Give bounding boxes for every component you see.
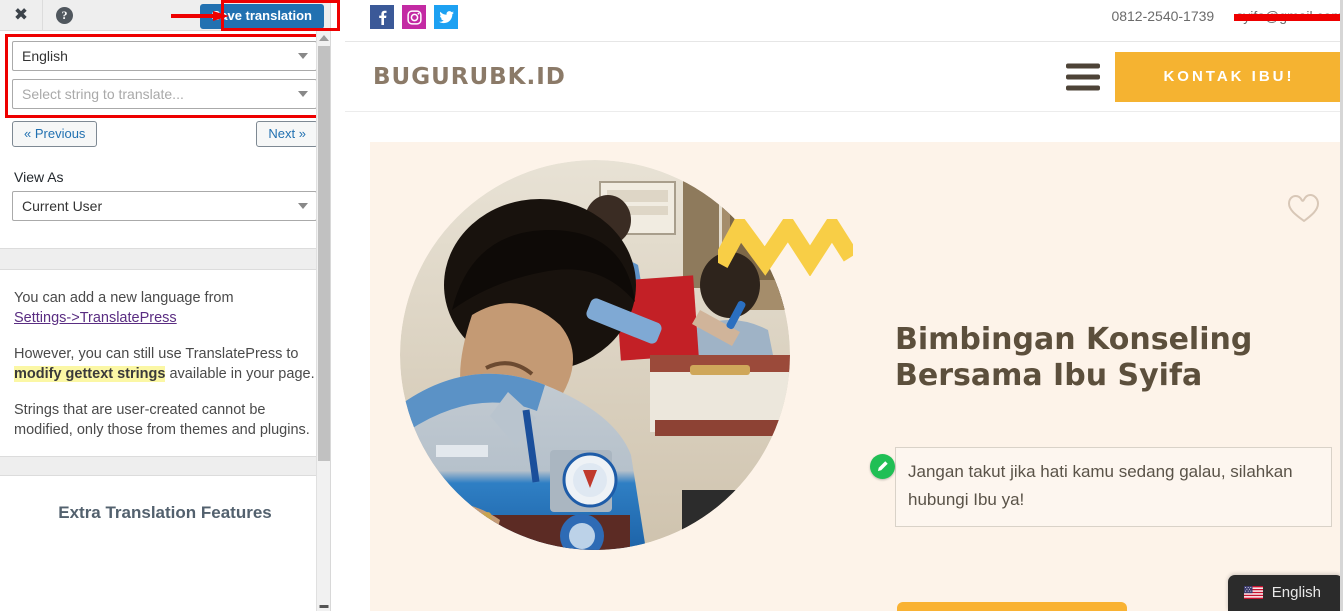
hero-cta-button[interactable] (897, 602, 1127, 611)
heart-outline-icon (1288, 194, 1319, 222)
hero-subtitle-string[interactable]: Jangan takut jika hati kamu sedang galau… (895, 447, 1332, 527)
hamburger-menu-icon[interactable] (1066, 63, 1100, 90)
zigzag-decoration-icon (718, 219, 853, 276)
site-topbar: 0812-2540-1739 syifa@gmail.com (345, 0, 1343, 42)
social-links (370, 5, 458, 29)
info-p1-text: You can add a new language from (14, 290, 234, 306)
previous-string-button[interactable]: « Previous (12, 121, 98, 147)
translation-selectors-panel: English Select string to translate... (0, 31, 330, 118)
hero-title-line-1: Bimbingan Konseling (895, 322, 1253, 357)
string-select[interactable]: Select string to translate... (12, 79, 317, 109)
info-p2-post: available in your page. (165, 366, 315, 382)
chevron-down-icon (298, 203, 308, 209)
string-select-placeholder: Select string to translate... (22, 86, 184, 102)
hero-section: Bimbingan Konseling Bersama Ibu Syifa Ja… (370, 142, 1343, 611)
scrollbar-thumb[interactable] (318, 46, 330, 461)
instagram-icon[interactable] (402, 5, 426, 29)
close-icon: ✖ (13, 4, 29, 25)
extra-translation-features-title: Extra Translation Features (58, 503, 272, 522)
next-string-button[interactable]: Next » (256, 121, 318, 147)
editor-toolbar: ✖ ? Save translation (0, 0, 340, 31)
help-button[interactable]: ? (43, 0, 86, 31)
section-divider (0, 248, 330, 270)
info-paragraph-2: However, you can still use TranslatePres… (14, 344, 316, 384)
info-paragraph-3: Strings that are user-created cannot be … (14, 402, 310, 438)
us-flag-icon (1243, 586, 1263, 599)
facebook-icon[interactable] (370, 5, 394, 29)
translation-editor-sidebar: ✖ ? Save translation English Select stri… (0, 0, 340, 611)
pencil-edit-icon[interactable] (870, 454, 895, 479)
info-p2-pre: However, you can still use TranslatePres… (14, 346, 299, 362)
scroll-up-arrow-icon[interactable] (318, 35, 329, 41)
view-as-wrap: Current User (0, 191, 330, 221)
view-as-label: View As (14, 169, 64, 185)
close-button[interactable]: ✖ (0, 0, 43, 31)
language-switcher-label: English (1271, 584, 1321, 601)
site-navbar: BUGURUBK.ID KONTAK IBU! (345, 42, 1343, 112)
view-as-select[interactable]: Current User (12, 191, 317, 221)
kontak-ibu-button[interactable]: KONTAK IBU! (1115, 51, 1343, 102)
language-select-value: English (22, 48, 68, 64)
chevron-down-icon (298, 91, 308, 97)
string-pagination: « Previous Next » (0, 117, 330, 147)
view-as-value: Current User (22, 198, 103, 214)
translatepress-editor-screen: ✖ ? Save translation English Select stri… (0, 0, 1343, 611)
section-divider-2 (0, 456, 330, 476)
help-icon: ? (56, 6, 73, 24)
email-address[interactable]: syifa@gmail.com (1234, 8, 1343, 24)
scroll-down-arrow-icon[interactable] (319, 605, 328, 608)
info-paragraph-1: You can add a new language from Settings… (14, 288, 316, 328)
hero-title: Bimbingan Konseling Bersama Ibu Syifa (895, 322, 1315, 394)
phone-number[interactable]: 0812-2540-1739 (1111, 8, 1214, 24)
website-preview-frame: 0812-2540-1739 syifa@gmail.com BUGURUBK.… (345, 0, 1343, 611)
chevron-down-icon (298, 53, 308, 59)
twitter-icon[interactable] (434, 5, 458, 29)
info-p2-highlight: modify gettext strings (14, 366, 166, 382)
save-translation-button[interactable]: Save translation (199, 4, 324, 29)
sidebar-scrollbar[interactable] (316, 31, 330, 611)
site-logo[interactable]: BUGURUBK.ID (373, 64, 566, 90)
contact-info: 0812-2540-1739 syifa@gmail.com (1111, 8, 1343, 24)
translatable-string-wrapper: Jangan takut jika hati kamu sedang galau… (862, 447, 1332, 527)
editor-info-text: You can add a new language from Settings… (0, 270, 330, 456)
language-select[interactable]: English (12, 41, 317, 71)
hero-title-line-2: Bersama Ibu Syifa (895, 358, 1203, 393)
settings-translatepress-link[interactable]: Settings->TranslatePress (14, 310, 177, 326)
language-switcher[interactable]: English (1227, 575, 1343, 611)
